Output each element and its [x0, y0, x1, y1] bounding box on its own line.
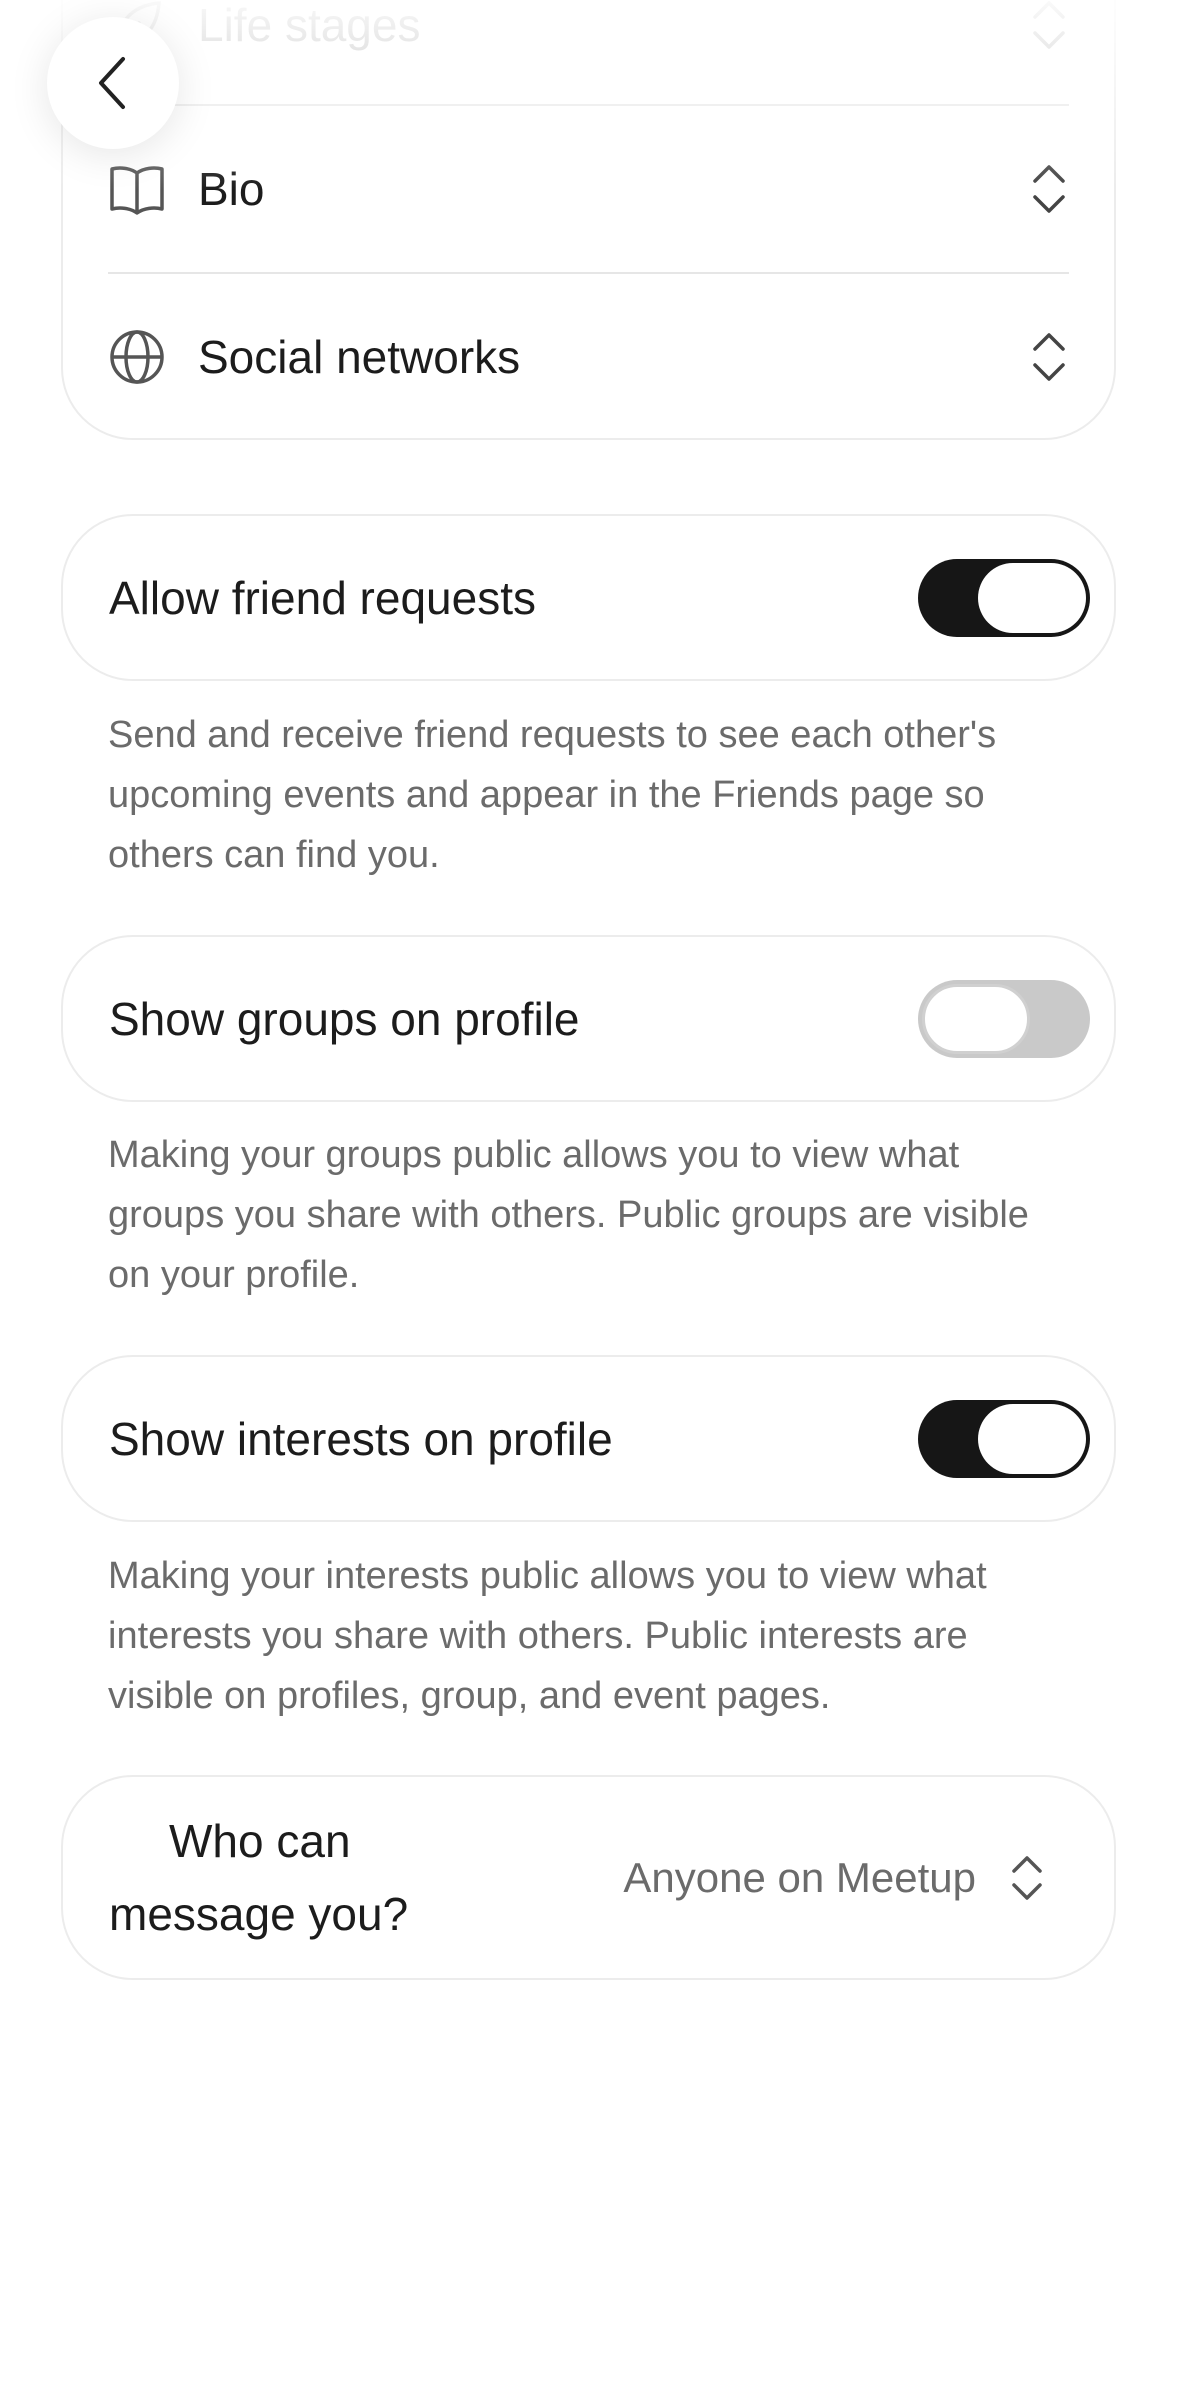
profile-section-label: Bio [198, 163, 265, 215]
setting-description: Send and receive friend requests to see … [108, 714, 997, 876]
show-groups-toggle[interactable] [918, 979, 1090, 1058]
setting-allow-friend-requests: Allow friend requests [61, 514, 1116, 681]
setting-label: Allow friend requests [109, 571, 536, 624]
globe-icon [108, 328, 166, 386]
profile-section-bio[interactable]: Bio [108, 106, 1069, 272]
setting-show-groups: Show groups on profile [61, 935, 1116, 1102]
profile-section-life-stages[interactable]: Life stages [108, 0, 1069, 108]
toggle-knob [922, 983, 1030, 1054]
chevron-up-down-icon [1029, 0, 1069, 55]
profile-section-label: Life stages [198, 0, 421, 51]
messaging-label-line2: message you? [109, 1887, 409, 1940]
messaging-value[interactable]: Anyone on Meetup [569, 1854, 976, 1902]
setting-description: Making your groups public allows you to … [108, 1134, 1029, 1296]
profile-section-social-networks[interactable]: Social networks [108, 274, 1069, 440]
chevron-left-icon [99, 57, 125, 109]
toggle-knob [978, 1403, 1086, 1474]
chevron-up-down-icon [1029, 159, 1069, 219]
profile-sections-card: Life stages Bio Social networks [61, 0, 1116, 440]
show-interests-toggle[interactable] [918, 1399, 1090, 1478]
setting-label: Show interests on profile [109, 1412, 613, 1465]
friend-requests-toggle[interactable] [918, 558, 1090, 637]
toggle-knob [978, 562, 1086, 633]
chevron-up-down-icon [1029, 327, 1069, 387]
setting-label: Show groups on profile [109, 992, 580, 1045]
profile-section-label: Social networks [198, 331, 521, 383]
setting-description: Making your interests public allows you … [108, 1555, 987, 1717]
setting-show-interests: Show interests on profile [61, 1355, 1116, 1522]
messaging-label-line1: Who can [169, 1814, 351, 1867]
back-button[interactable] [47, 17, 179, 149]
book-icon [108, 160, 166, 218]
messaging-permission-card[interactable]: Who can message you? Anyone on Meetup [61, 1775, 1116, 1980]
messaging-label: Who can message you? [109, 1805, 569, 1951]
chevron-up-down-icon [1010, 1853, 1044, 1903]
